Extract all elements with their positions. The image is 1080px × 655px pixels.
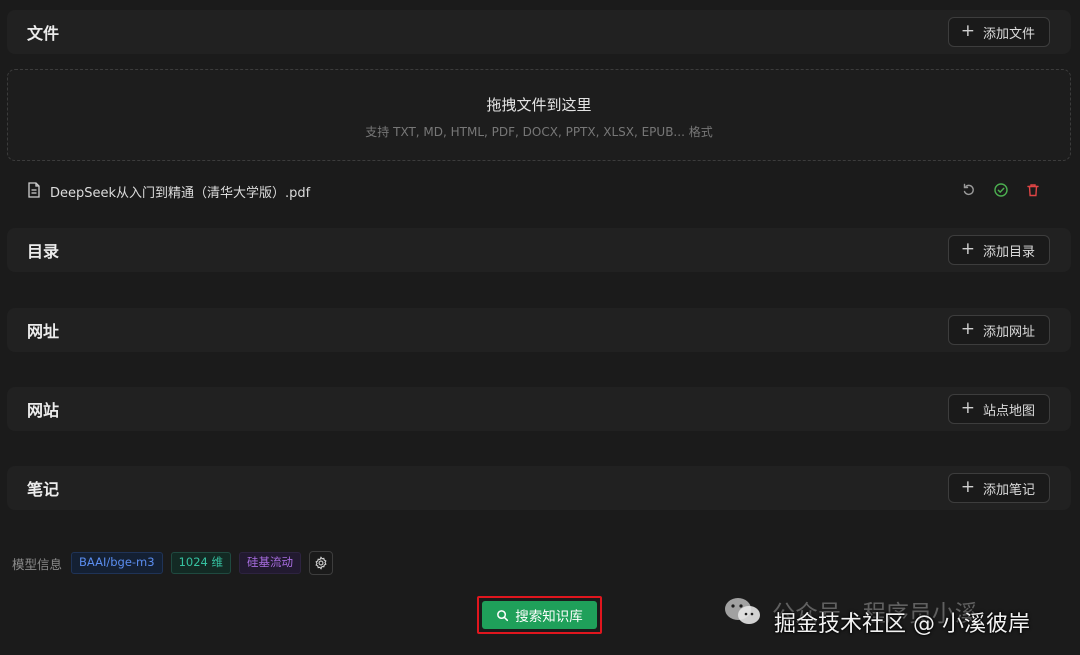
model-info: 模型信息 BAAI/bge-m3 1024 维 硅基流动 (12, 550, 334, 576)
dimension-tag: 1024 维 (170, 552, 232, 574)
add-note-label: 添加笔记 (982, 482, 1035, 498)
search-knowledge-base-button[interactable]: 搜索知识库 (482, 601, 597, 629)
model-name-tag: BAAI/bge-m3 (71, 552, 163, 574)
add-directory-label: 添加目录 (982, 244, 1035, 260)
url-title: 网址 (27, 322, 60, 341)
dropzone-title: 拖拽文件到这里 (486, 96, 592, 114)
add-url-button[interactable]: + 添加网址 (947, 315, 1050, 345)
file-name: DeepSeek从入门到精通（清华大学版）.pdf (50, 186, 311, 201)
watermark: 公众号 · 程序员小溪 掘金技术社区 @ 小溪彼岸 (722, 592, 1072, 640)
files-section: 文件 + 添加文件 (7, 10, 1071, 54)
plus-icon: + (960, 398, 975, 418)
search-button-label: 搜索知识库 (515, 609, 583, 625)
watermark-front-text: 掘金技术社区 @ 小溪彼岸 (774, 612, 1030, 637)
file-icon (27, 182, 41, 202)
gear-icon (315, 556, 327, 570)
trash-icon[interactable] (1025, 182, 1041, 202)
add-url-label: 添加网址 (982, 324, 1035, 340)
sitemap-label: 站点地图 (982, 403, 1035, 419)
plus-icon: + (960, 477, 975, 497)
check-circle-icon (993, 182, 1009, 202)
add-file-button[interactable]: + 添加文件 (947, 17, 1050, 47)
search-button-highlight: 搜索知识库 (477, 596, 602, 634)
website-section: 网站 + 站点地图 (7, 387, 1071, 431)
wechat-logo-icon (722, 594, 764, 634)
provider-tag: 硅基流动 (239, 552, 302, 574)
model-info-label: 模型信息 (12, 556, 63, 572)
model-settings-button[interactable] (309, 551, 334, 575)
refresh-icon[interactable] (961, 182, 977, 202)
add-directory-button[interactable]: + 添加目录 (947, 235, 1050, 265)
sitemap-button[interactable]: + 站点地图 (947, 394, 1050, 424)
plus-icon: + (960, 239, 975, 259)
file-list-item: DeepSeek从入门到精通（清华大学版）.pdf (7, 176, 1071, 206)
plus-icon: + (960, 319, 975, 339)
notes-title: 笔记 (27, 480, 60, 499)
add-file-label: 添加文件 (982, 26, 1035, 42)
notes-section: 笔记 + 添加笔记 (7, 466, 1071, 510)
files-title: 文件 (27, 24, 60, 43)
file-actions (961, 182, 1041, 202)
directory-section: 目录 + 添加目录 (7, 228, 1071, 272)
plus-icon: + (960, 21, 975, 41)
url-section: 网址 + 添加网址 (7, 308, 1071, 352)
website-title: 网站 (27, 401, 60, 420)
add-note-button[interactable]: + 添加笔记 (947, 473, 1050, 503)
file-dropzone[interactable]: 拖拽文件到这里 支持 TXT, MD, HTML, PDF, DOCX, PPT… (7, 69, 1071, 161)
dropzone-subtitle: 支持 TXT, MD, HTML, PDF, DOCX, PPTX, XLSX,… (365, 125, 713, 139)
directory-title: 目录 (27, 242, 60, 261)
search-icon (497, 609, 509, 621)
